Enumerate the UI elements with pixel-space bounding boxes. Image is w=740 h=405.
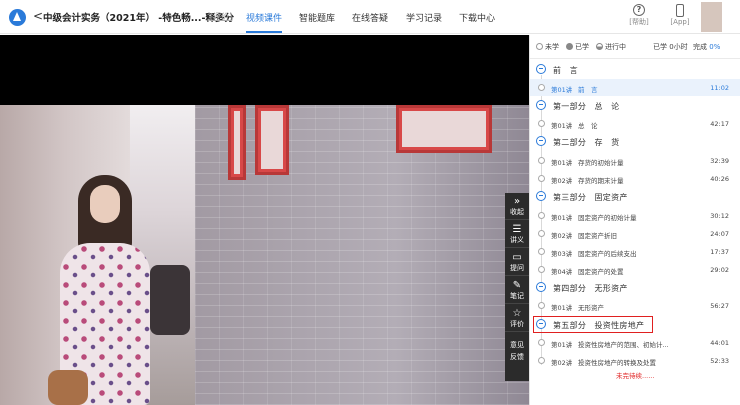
status-dot-icon	[538, 248, 545, 255]
status-dot-icon	[538, 266, 545, 273]
ask-question-button[interactable]: ▭ 提问	[505, 249, 529, 276]
lesson-item[interactable]: 第01讲 固定资产的初始计量 30:12	[530, 207, 740, 224]
lesson-item[interactable]: 第02讲 投资性房地产的转换及处置 52:33	[530, 352, 740, 369]
lesson-item[interactable]: 第01讲 无形资产 56:27	[530, 297, 740, 314]
red-window	[255, 105, 289, 175]
lesson-item[interactable]: 第01讲 总 论 42:17	[530, 115, 740, 132]
lesson-item[interactable]: 第01讲 前 言 11:02	[530, 79, 740, 96]
legend-not-studied: 未学	[536, 42, 559, 52]
star-icon: ☆	[512, 308, 522, 319]
side-toolbar: » 收起 ☰ 讲义 ▭ 提问 ✎ 笔记 ☆ 评价 意见反馈	[505, 193, 529, 381]
course-outline-panel: 未学 已学 进行中 已学 0小时 完成 0% 前 言 第01讲 前 言 11:0…	[529, 35, 740, 405]
back-arrow-icon[interactable]: <	[33, 9, 43, 23]
app-window: < 中级会计实务（2021年） -特色畅...-释多分 [评价] 视频课件 智能…	[0, 0, 740, 405]
notes-button[interactable]: ✎ 笔记	[505, 277, 529, 304]
video-frame	[0, 105, 529, 405]
active-tab-indicator	[246, 31, 282, 33]
legend-in-progress: 进行中	[596, 42, 626, 52]
status-legend: 未学 已学 进行中 已学 0小时 完成 0%	[530, 35, 740, 59]
collapse-icon: »	[513, 196, 521, 207]
status-dot-icon	[538, 157, 545, 164]
course-title: 中级会计实务（2021年） -特色畅...-释多分	[43, 13, 234, 24]
red-window	[396, 105, 492, 153]
tab-online-qa[interactable]: 在线答疑	[352, 11, 388, 24]
chapter-header[interactable]: 前 言	[530, 61, 740, 78]
rate-link[interactable]: [评价]	[210, 11, 232, 22]
help-button[interactable]: ? [帮助]	[624, 4, 654, 27]
phone-icon	[676, 4, 684, 17]
tab-study-record[interactable]: 学习记录	[406, 11, 442, 24]
rate-button[interactable]: ☆ 评价	[505, 305, 529, 332]
status-dot-icon	[538, 84, 545, 91]
collapse-minus-icon[interactable]	[536, 191, 546, 201]
lesson-item[interactable]: 第02讲 固定资产折旧 24:07	[530, 225, 740, 242]
app-label: [App]	[670, 18, 690, 26]
brand-logo-icon[interactable]	[9, 9, 26, 26]
chapter-header[interactable]: 第二部分 存 货	[530, 133, 740, 150]
list-icon: ☰	[512, 224, 522, 235]
lesson-item[interactable]: 第04讲 固定资产的处置 29:02	[530, 261, 740, 278]
handout-button[interactable]: ☰ 讲义	[505, 221, 529, 248]
note-icon: ✎	[512, 280, 522, 291]
top-bar: < 中级会计实务（2021年） -特色畅...-释多分 [评价] 视频课件 智能…	[0, 0, 740, 34]
lesson-item[interactable]: 第02讲 存货的期末计量 40:26	[530, 170, 740, 187]
help-label: [帮助]	[629, 18, 649, 26]
status-dot-icon	[538, 212, 545, 219]
collapse-minus-icon[interactable]	[536, 100, 546, 110]
status-dot-icon	[538, 175, 545, 182]
collapse-minus-icon[interactable]	[536, 282, 546, 292]
help-icon: ?	[633, 4, 645, 16]
lesson-item[interactable]: 第01讲 存货的初始计量 32:39	[530, 152, 740, 169]
chapter-header[interactable]: 第三部分 固定资产	[530, 188, 740, 205]
legend-studied: 已学	[566, 42, 589, 52]
collapse-button[interactable]: » 收起	[505, 193, 529, 220]
study-time: 已学 0小时	[653, 43, 688, 51]
tab-video-courseware[interactable]: 视频课件	[246, 11, 282, 24]
video-player[interactable]: » 收起 ☰ 讲义 ▭ 提问 ✎ 笔记 ☆ 评价 意见反馈	[0, 35, 529, 405]
highlight-annotation-box	[533, 316, 653, 333]
app-button[interactable]: [App]	[665, 4, 695, 26]
tab-question-bank[interactable]: 智能题库	[299, 11, 335, 24]
collapse-minus-icon[interactable]	[536, 136, 546, 146]
status-dot-icon	[538, 339, 545, 346]
status-dot-icon	[538, 230, 545, 237]
status-dot-icon	[538, 357, 545, 364]
status-dot-icon	[538, 302, 545, 309]
completion: 完成 0%	[693, 43, 721, 51]
chapter-header[interactable]: 第一部分 总 论	[530, 97, 740, 114]
chapter-header[interactable]: 第四部分 无形资产	[530, 279, 740, 296]
to-be-continued-note: 未完待续......	[616, 372, 655, 380]
comment-icon: ▭	[512, 252, 522, 263]
lesson-item[interactable]: 第01讲 投资性房地产的范围、初始计... 44:01	[530, 334, 740, 351]
red-window	[228, 105, 246, 180]
lesson-item[interactable]: 第03讲 固定资产的后续支出 17:37	[530, 243, 740, 260]
collapse-minus-icon[interactable]	[536, 64, 546, 74]
feedback-button[interactable]: 意见反馈	[505, 333, 529, 381]
tab-download-center[interactable]: 下载中心	[459, 11, 495, 24]
woman-figure	[48, 175, 158, 405]
status-dot-icon	[538, 120, 545, 127]
avatar[interactable]	[701, 2, 722, 32]
